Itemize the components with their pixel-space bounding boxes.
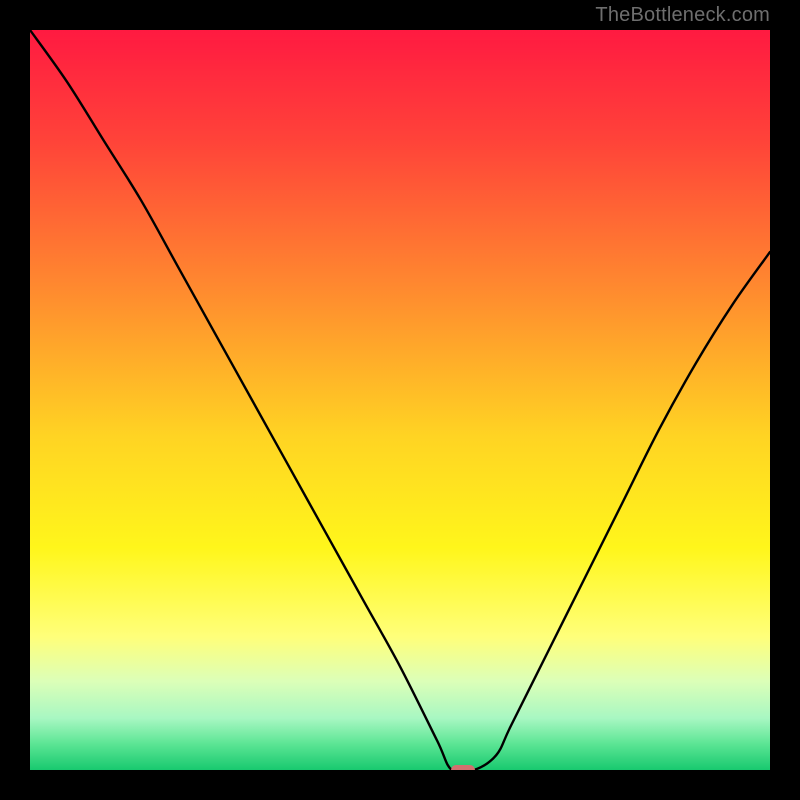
watermark-label: TheBottleneck.com (595, 4, 770, 27)
bottleneck-curve (30, 30, 770, 770)
plot-area (30, 30, 770, 770)
chart-frame: TheBottleneck.com (0, 0, 800, 800)
optimal-marker (451, 765, 475, 770)
